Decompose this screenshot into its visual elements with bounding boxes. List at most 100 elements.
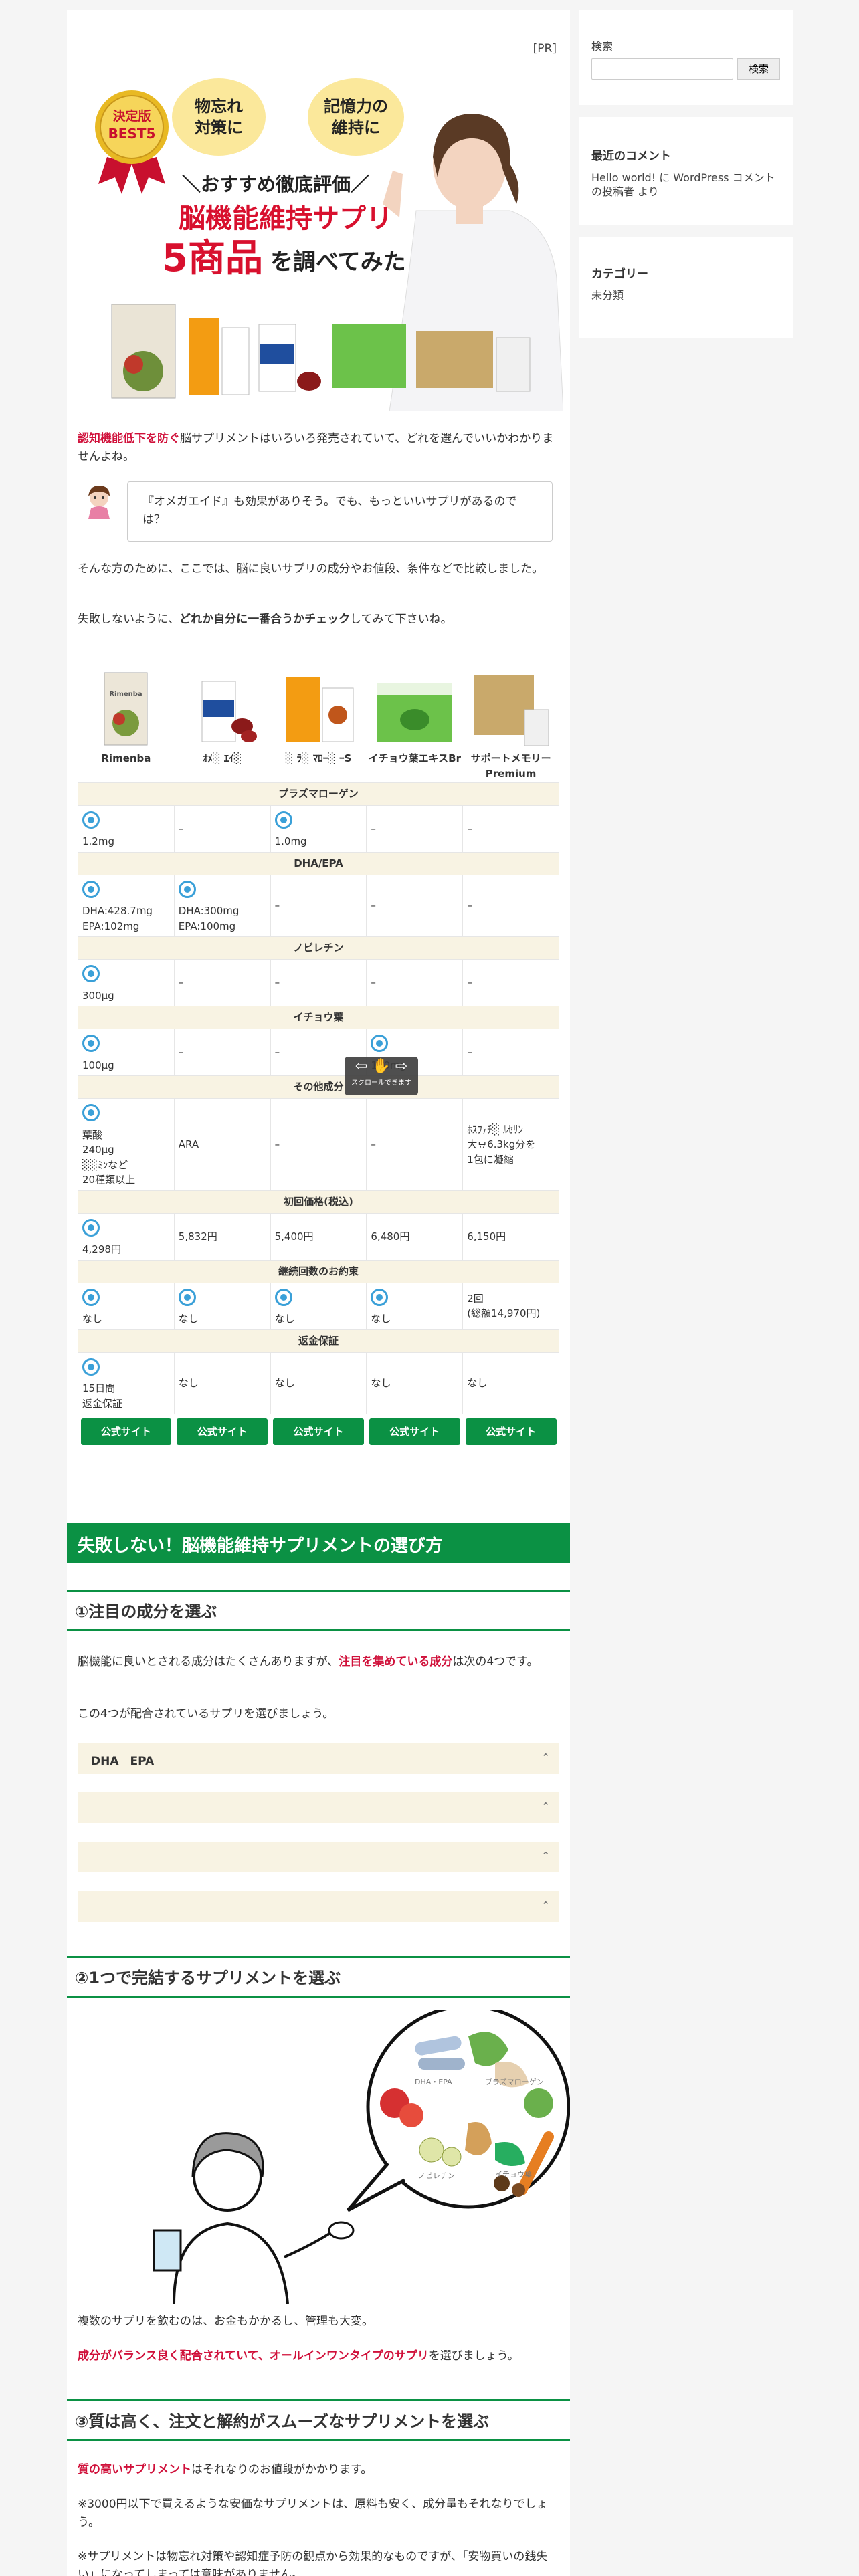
- product-image-5: [473, 675, 549, 746]
- official-site-button[interactable]: 公式サイト: [369, 1418, 460, 1445]
- product-image-rimenba: Rimenba: [104, 672, 148, 746]
- search-label: 検索: [591, 40, 613, 53]
- cell-value: なし: [371, 1313, 391, 1325]
- double-circle-icon: [82, 1035, 100, 1052]
- svg-text:物忘れ: 物忘れ: [195, 97, 243, 116]
- svg-text:対策に: 対策に: [195, 118, 243, 137]
- table-section-header: イチョウ葉: [78, 1006, 559, 1029]
- official-site-button[interactable]: 公式サイト: [465, 1418, 557, 1445]
- table-row: なし なし なし なし 2回 (総額14,970円): [78, 1282, 559, 1330]
- double-circle-icon: [82, 1358, 100, 1376]
- table-cell: 6,150円: [462, 1212, 559, 1261]
- paragraph-choose: この4つが配合されているサプリを選びましょう。: [78, 1707, 335, 1721]
- product-image-2: [201, 681, 258, 742]
- paragraph-ingredients: 脳機能に良いとされる成分はたくさんありますが、注目を集めている成分は次の4つです…: [78, 1655, 539, 1669]
- accordion-item-1[interactable]: DHA EPA ⌃: [78, 1743, 559, 1774]
- speech-bubble-2: 記憶力の 維持に: [308, 78, 404, 156]
- cell-value: –: [274, 1046, 280, 1059]
- table-cell: –: [462, 959, 559, 1006]
- table-section-header: 継続回数のお約束: [78, 1259, 559, 1283]
- table-section-header: 初回価格(税込): [78, 1190, 559, 1214]
- table-cell: –: [270, 959, 367, 1006]
- paragraph-all-in-one: 成分がバランス良く配合されていて、オールインワンタイプのサプリを選びましょう。: [78, 2349, 519, 2363]
- paragraph-check: 失敗しないように、どれか自分に一番合うかチェックしてみて下さいね。: [78, 613, 452, 626]
- cell-value: 6,150円: [467, 1230, 506, 1243]
- categories-widget: カテゴリー 未分類: [579, 237, 793, 338]
- product-cell: ｵﾒ░ ｴｲ░: [174, 665, 270, 782]
- double-circle-icon: [82, 965, 100, 982]
- cell-value: –: [178, 976, 184, 989]
- table-section-header: ノビレチン: [78, 936, 559, 960]
- avatar: [88, 486, 110, 519]
- table-cell: なし: [270, 1352, 367, 1414]
- cell-value: –: [371, 976, 376, 989]
- double-circle-icon: [82, 1104, 100, 1121]
- table-cell: 15日間 返金保証: [78, 1352, 175, 1414]
- heading-all-in-one: ②1つで完結するサプリメントを選ぶ: [67, 1956, 570, 1998]
- product-cell: Rimenba Rimenba: [78, 665, 175, 782]
- official-site-row: 公式サイト 公式サイト 公式サイト 公式サイト 公式サイト: [78, 1414, 559, 1450]
- table-cell: なし: [78, 1282, 175, 1330]
- table-cell: DHA:300mg EPA:100mg: [173, 874, 271, 937]
- cell-value: –: [274, 899, 280, 911]
- svg-text:＼おすすめ徹底評価／: ＼おすすめ徹底評価／: [182, 173, 369, 195]
- recent-comments-title: 最近のコメント: [591, 150, 671, 163]
- product-cell: サポートメモリーPremium: [463, 665, 559, 782]
- table-cell: なし: [173, 1282, 271, 1330]
- table-cell: 5,832円: [173, 1212, 271, 1261]
- supplement-illustration: DHA・EPA プラズマローゲン ノビレチン イチョウ葉: [153, 2010, 570, 2304]
- hero-banner: 決定版 BEST5 物忘れ 対策に 記憶力の 維持に ＼おすすめ徹底評価／ 脳機…: [95, 77, 563, 411]
- table-cell: –: [173, 959, 271, 1006]
- table-row: 300μg – – – –: [78, 959, 559, 1006]
- button-cell: 公式サイト: [463, 1414, 559, 1450]
- scroll-hint: ⇦ ✋ ⇨ スクロールできます: [345, 1057, 418, 1095]
- table-cell: 2回 (総額14,970円): [462, 1282, 559, 1330]
- paragraph-quality: 質の高いサプリメントはそれなりのお値段がかかります。: [78, 2463, 373, 2476]
- double-circle-icon: [82, 880, 100, 898]
- section-header-cell: その他成分: [78, 1075, 559, 1099]
- section-header-cell: DHA/EPA: [78, 851, 559, 875]
- svg-text:5商品: 5商品: [162, 237, 263, 280]
- accordion-item-4[interactable]: ⌃: [78, 1891, 559, 1922]
- recent-comment-link[interactable]: Hello world! に WordPress コメントの投稿者 より: [591, 171, 781, 199]
- search-button[interactable]: 検索: [737, 58, 780, 80]
- section-header-cell: 継続回数のお約束: [78, 1259, 559, 1283]
- svg-text:ノビレチン: ノビレチン: [418, 2171, 455, 2180]
- double-circle-icon: [274, 811, 292, 829]
- table-cell: ﾎｽﾌｧﾁ░ ﾙｾﾘﾝ 大豆6.3kg分を 1包に凝縮: [462, 1098, 559, 1191]
- cell-value: なし: [178, 1313, 199, 1325]
- official-site-button[interactable]: 公式サイト: [80, 1418, 172, 1445]
- double-circle-icon: [371, 1288, 389, 1306]
- pr-label: [PR]: [533, 42, 557, 56]
- cell-value: –: [467, 976, 472, 989]
- table-cell: 6,480円: [366, 1212, 464, 1261]
- cell-value: 100μg: [82, 1059, 114, 1071]
- svg-text:BEST5: BEST5: [108, 126, 156, 142]
- cell-value: ﾎｽﾌｧﾁ░ ﾙｾﾘﾝ 大豆6.3kg分を 1包に凝縮: [467, 1123, 536, 1166]
- comparison-table: Rimenba Rimenba ｵﾒ░ ｴｲ░ ░ ﾗ░ ﾏﾛｰ░ ｰS イチョ…: [78, 665, 559, 1449]
- accordion-item-2[interactable]: ⌃: [78, 1792, 559, 1823]
- table-cell: 100μg: [78, 1029, 175, 1076]
- accordion-item-3[interactable]: ⌃: [78, 1842, 559, 1872]
- chevron-icon: ⌃: [541, 1850, 550, 1862]
- chevron-icon: ⌃: [541, 1800, 550, 1812]
- table-cell: なし: [462, 1352, 559, 1414]
- product-name: ｵﾒ░ ｴｲ░: [203, 752, 242, 764]
- table-row: 15日間 返金保証 なし なし なし なし: [78, 1352, 559, 1414]
- official-site-button[interactable]: 公式サイト: [177, 1418, 268, 1445]
- svg-text:脳機能維持サプリ: 脳機能維持サプリ: [179, 203, 393, 234]
- speech-bubble: 『オメガエイド』も効果がありそう。でも、もっといいサプリがあるのでは？: [127, 481, 553, 542]
- section-header-cell: イチョウ葉: [78, 1006, 559, 1029]
- official-site-button[interactable]: 公式サイト: [273, 1418, 364, 1445]
- scroll-arrows-icon: ⇦ ✋ ⇨: [355, 1058, 408, 1075]
- svg-text:を調べてみた: を調べてみた: [270, 249, 406, 276]
- button-cell: 公式サイト: [174, 1414, 270, 1450]
- search-input[interactable]: [591, 58, 733, 80]
- section-header-cell: 返金保証: [78, 1329, 559, 1353]
- chevron-icon: ⌃: [541, 1751, 550, 1763]
- paragraph-cheap: ※3000円以下で買えるような安価なサプリメントは、原料も安く、成分量もそれなり…: [78, 2498, 548, 2530]
- cell-value: 2回 (総額14,970円): [467, 1292, 541, 1320]
- section-header-cell: ノビレチン: [78, 936, 559, 960]
- category-link[interactable]: 未分類: [591, 289, 781, 303]
- main-content: [PR] 決定版 BEST5 物忘れ 対策に 記憶力の 維持に ＼おすすめ徹底評…: [67, 10, 570, 2576]
